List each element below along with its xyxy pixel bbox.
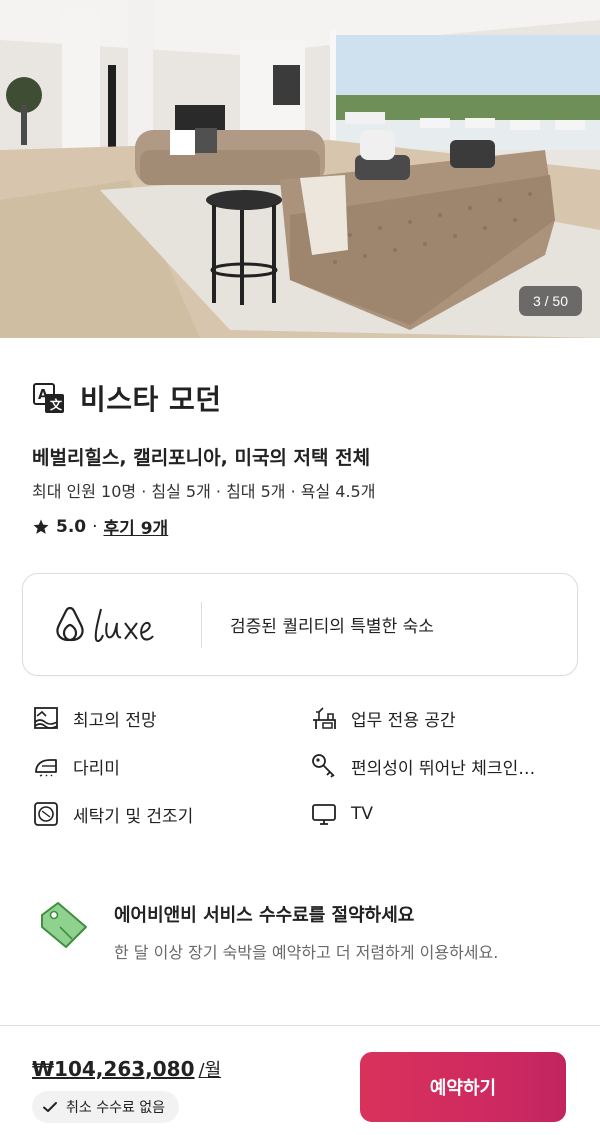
booking-footer: ₩104,263,080/월 취소 수수료 없음 예약하기 [0, 1025, 600, 1135]
amenity-item: 다리미 [32, 752, 120, 780]
view-icon [34, 707, 58, 729]
amenity-label: 업무 전용 공간 [351, 710, 456, 731]
rating-value: 5.0 [56, 516, 87, 537]
promo-title: 에어비앤비 서비스 수수료를 절약하세요 [114, 905, 415, 926]
price-unit: /월 [198, 1060, 222, 1081]
amenity-item: 세탁기 및 건조기 [32, 800, 193, 828]
reserve-button[interactable]: 예약하기 [360, 1052, 566, 1122]
checkmark-icon [43, 1102, 57, 1112]
amenity-item: 업무 전용 공간 [310, 704, 456, 732]
tv-icon [312, 804, 336, 825]
svg-text:文: 文 [50, 397, 63, 412]
luxe-divider [201, 601, 202, 648]
airbnb-luxe-logo [56, 606, 154, 642]
amenity-item: TV [310, 800, 373, 828]
title-row: A 文 비스타 모던 [32, 378, 222, 418]
listing-capacity: 최대 인원 10명 · 침실 5개 · 침대 5개 · 욕실 4.5개 [32, 482, 376, 501]
amenity-label: TV [351, 804, 374, 824]
amenity-label: 다리미 [73, 758, 120, 779]
price[interactable]: ₩104,263,080/월 [32, 1056, 221, 1082]
listing-title: 비스타 모던 [80, 383, 222, 416]
free-cancellation-label: 취소 수수료 없음 [66, 1100, 166, 1116]
luxe-tagline: 검증된 퀄리티의 특별한 숙소 [230, 617, 434, 637]
listing-location: 베벌리힐스, 캘리포니아, 미국의 저택 전체 [32, 447, 371, 469]
reviews-link[interactable]: 후기 9개 [104, 514, 169, 539]
amenity-item: 최고의 전망 [32, 704, 157, 732]
price-tag-icon [41, 902, 87, 948]
free-cancellation-badge: 취소 수수료 없음 [32, 1091, 180, 1123]
rating-separator: · [92, 516, 98, 537]
promo-subtitle: 한 달 이상 장기 숙박을 예약하고 더 저렴하게 이용하세요. [114, 943, 499, 962]
amenity-label: 편의성이 뛰어난 체크인… [351, 758, 536, 779]
workspace-icon [313, 707, 336, 729]
promo-banner: 에어비앤비 서비스 수수료를 절약하세요 한 달 이상 장기 숙박을 예약하고 … [36, 895, 498, 963]
rating-row: 5.0 · 후기 9개 [32, 514, 168, 539]
amenity-item: 편의성이 뛰어난 체크인… [310, 752, 535, 780]
photo-counter: 3 / 50 [518, 286, 582, 316]
price-amount[interactable]: ₩104,263,080 [32, 1057, 195, 1081]
amenity-label: 최고의 전망 [73, 710, 157, 731]
listing-photo[interactable]: 3 / 50 [0, 0, 600, 338]
amenity-label: 세탁기 및 건조기 [73, 806, 194, 827]
luxe-card[interactable]: 검증된 퀄리티의 특별한 숙소 [22, 573, 578, 676]
key-icon [312, 754, 335, 778]
living-room-photo [0, 0, 600, 338]
iron-icon [35, 759, 57, 777]
washer-icon [34, 802, 58, 826]
translate-icon[interactable]: A 文 [32, 381, 66, 415]
star-icon [33, 519, 49, 534]
